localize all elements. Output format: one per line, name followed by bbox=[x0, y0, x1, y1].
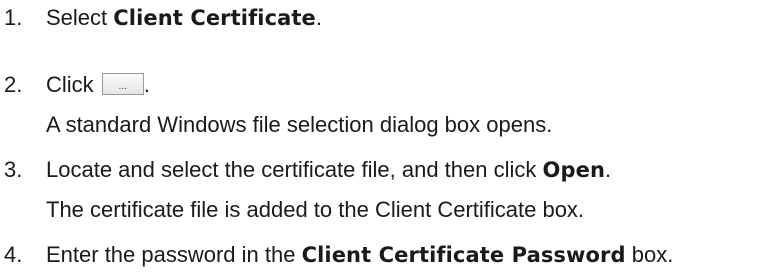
step-2: 2. Click .... bbox=[0, 70, 150, 100]
instruction-list: 1. Select Client Certificate. 2. Click ...… bbox=[0, 0, 778, 275]
step-text-end: . bbox=[143, 72, 150, 97]
browse-button-label: ... bbox=[118, 82, 128, 93]
step-text-end: . bbox=[315, 5, 323, 30]
step-3: 3. Locate and select the certificate file… bbox=[0, 155, 611, 185]
step-number: 1. bbox=[4, 5, 23, 30]
step-3-note: The certificate file is added to the Cli… bbox=[46, 197, 585, 222]
browse-button[interactable]: ... bbox=[101, 73, 144, 96]
step-2-note: A standard Windows file selection dialog… bbox=[46, 112, 553, 137]
ui-term-client-certificate: Client Certificate bbox=[113, 6, 316, 30]
step-1: 1. Select Client Certificate. bbox=[0, 3, 322, 33]
step-text-end: box. bbox=[625, 242, 674, 267]
step-text: Click bbox=[46, 72, 100, 97]
step-number: 3. bbox=[4, 157, 23, 182]
ui-term-open: Open bbox=[542, 158, 605, 182]
step-4: 4. Enter the password in the Client Certi… bbox=[0, 240, 673, 270]
step-text-end: . bbox=[605, 157, 612, 182]
step-number: 2. bbox=[4, 72, 23, 97]
step-text: Select bbox=[46, 5, 114, 30]
step-text: Locate and select the certificate file, … bbox=[46, 157, 543, 182]
step-text: Enter the password in the bbox=[46, 242, 302, 267]
step-number: 4. bbox=[4, 242, 23, 267]
ui-term-client-certificate-password: Client Certificate Password bbox=[301, 243, 626, 267]
